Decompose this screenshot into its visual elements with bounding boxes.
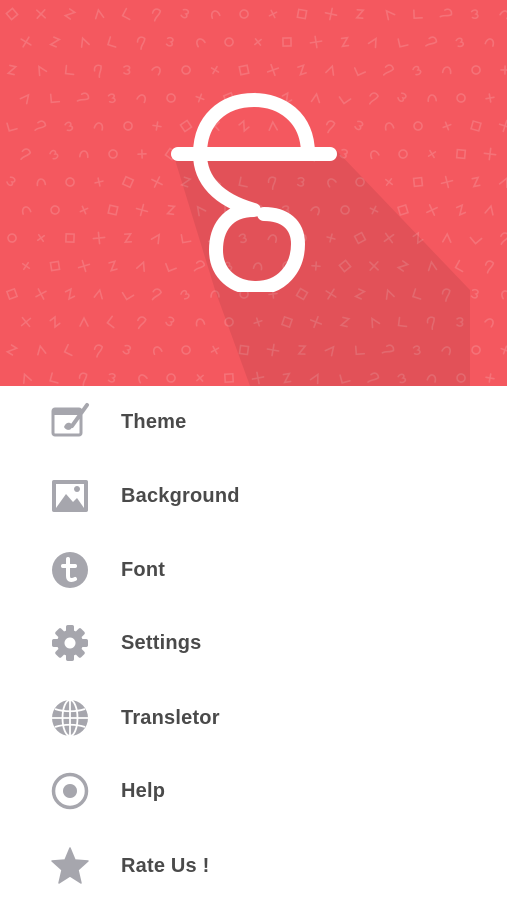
gear-icon [50,623,90,663]
menu-item-translator[interactable]: Transletor [0,683,507,753]
menu-item-help[interactable]: Help [0,756,507,826]
menu-item-label: Background [121,484,240,507]
header-banner [0,0,507,386]
help-icon [50,771,90,811]
globe-icon [50,698,90,738]
font-icon [50,550,90,590]
menu-item-label: Transletor [121,706,220,729]
menu-item-label: Help [121,779,166,802]
menu-item-label: Font [121,558,166,581]
menu-item-settings[interactable]: Settings [0,608,507,678]
star-icon [50,846,90,886]
menu-item-background[interactable]: Background [0,461,507,531]
menu-item-label: Settings [121,631,202,654]
theme-icon [50,402,90,442]
menu-item-label: Theme [121,410,187,433]
menu-item-font[interactable]: Font [0,535,507,605]
menu-item-theme[interactable]: Theme [0,387,507,457]
menu-item-label: Rate Us ! [121,854,210,877]
image-icon [50,476,90,516]
menu-item-rate-us[interactable]: Rate Us ! [0,831,507,901]
gurmukhi-letter-logo-icon [171,93,337,292]
